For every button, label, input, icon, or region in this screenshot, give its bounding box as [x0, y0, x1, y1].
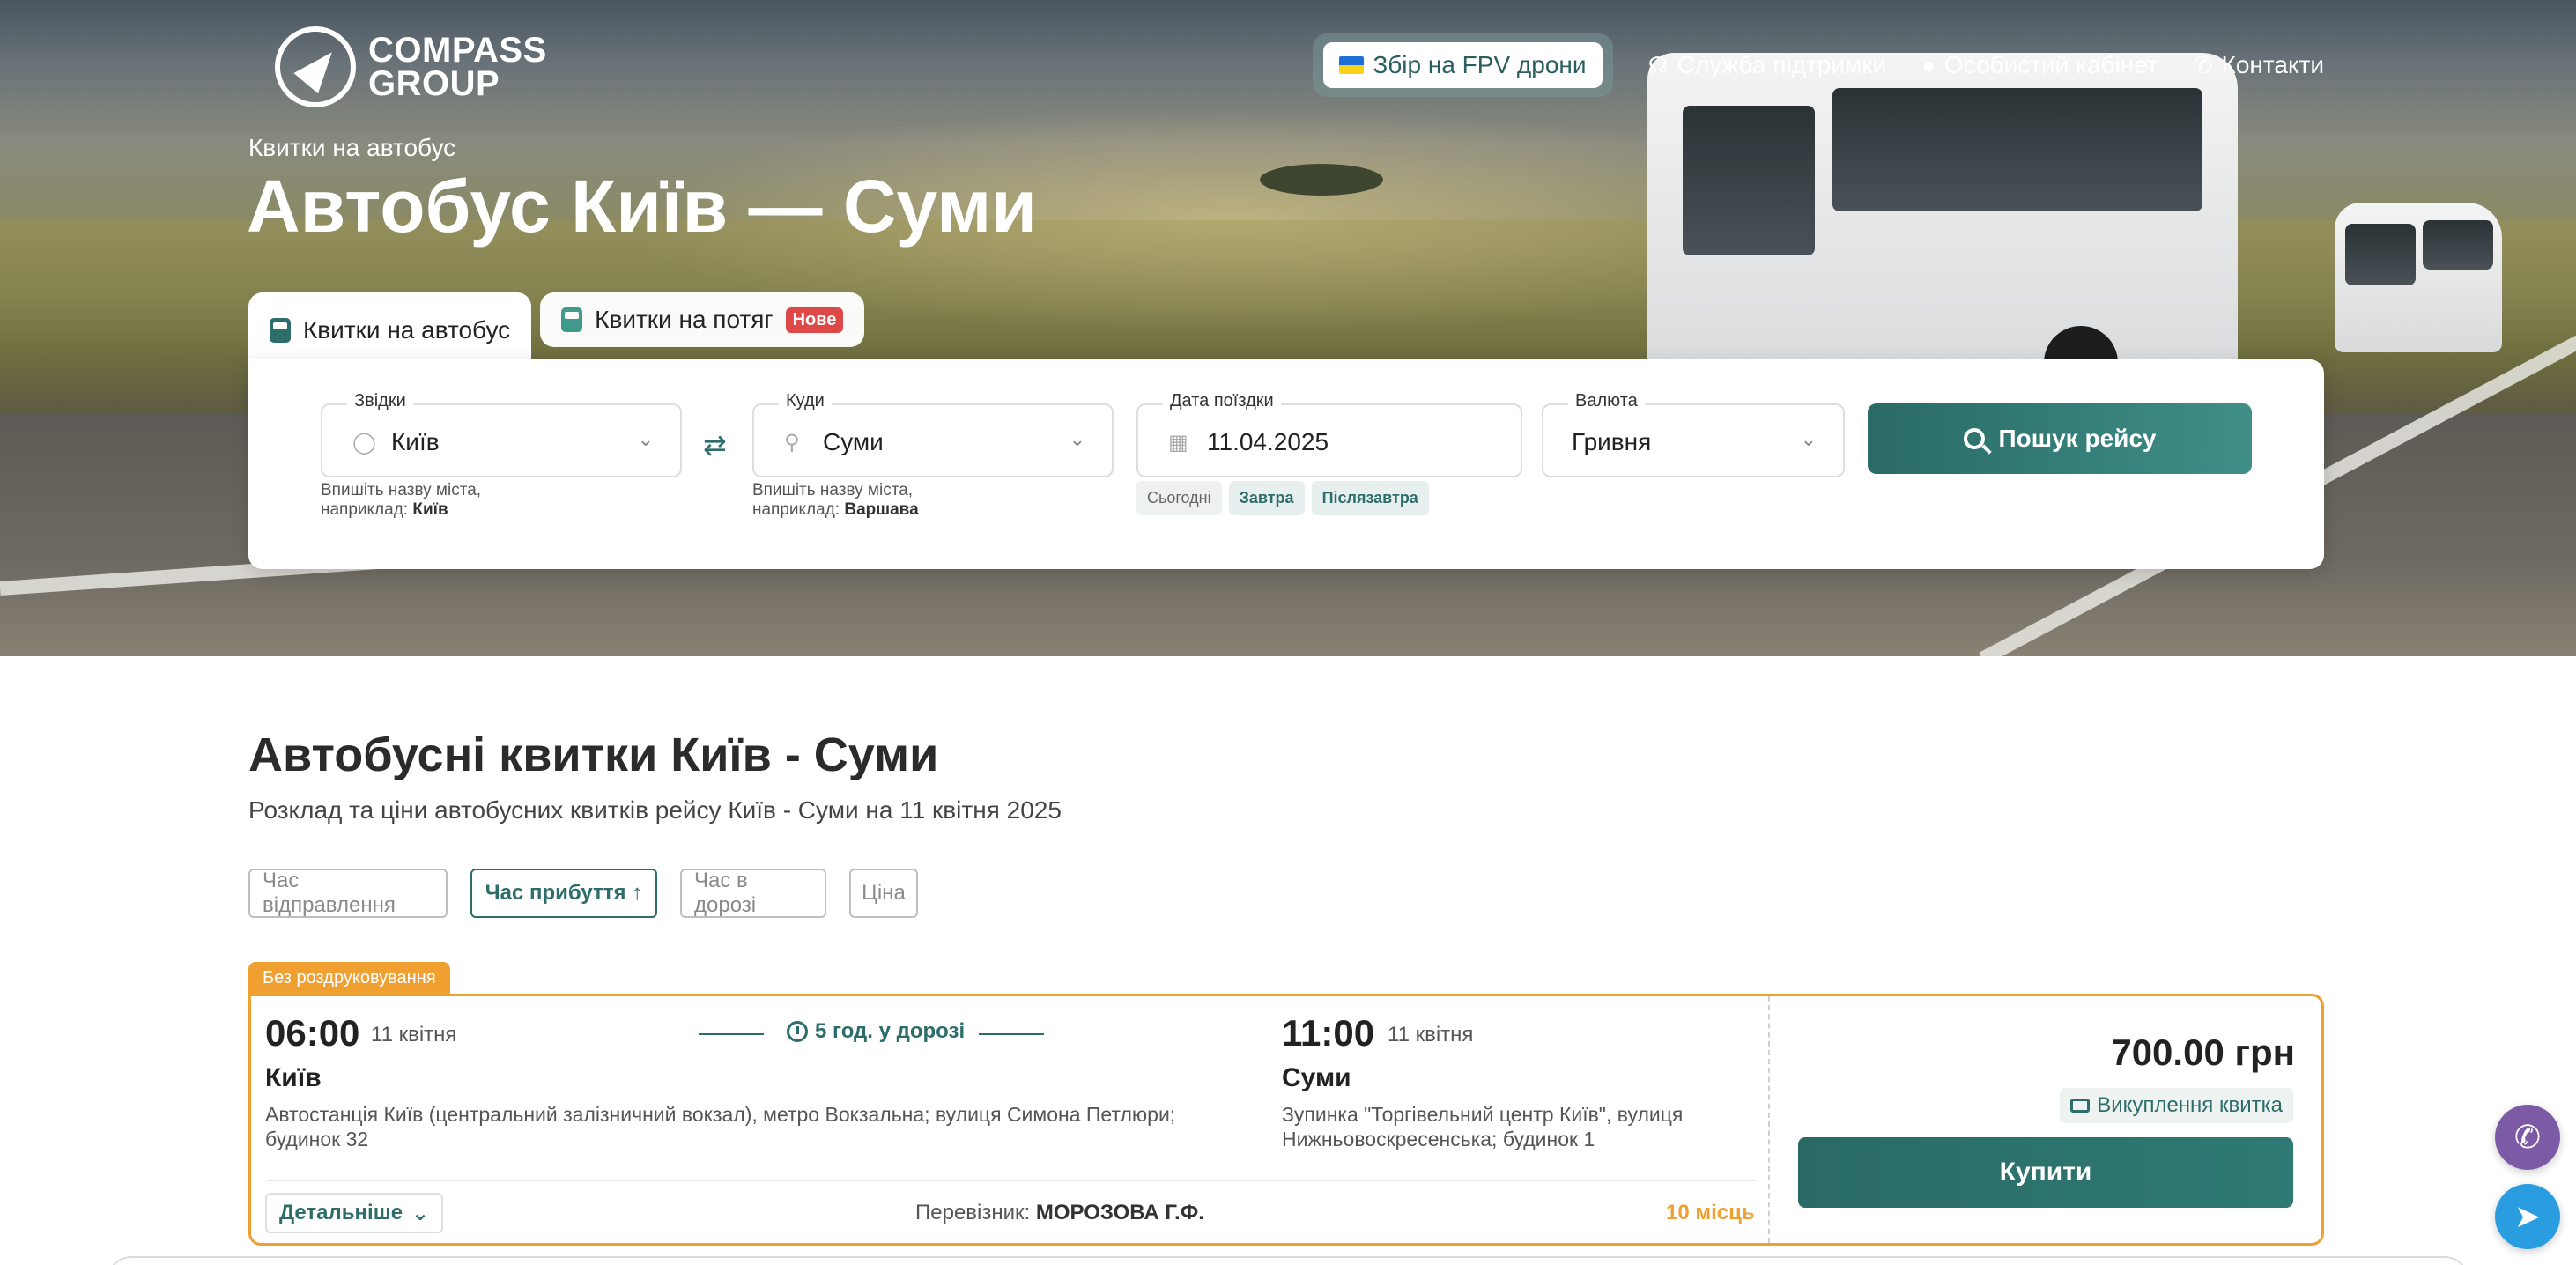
arrival-time: 11:00 — [1282, 1012, 1375, 1054]
details-button[interactable]: Детальніше ⌄ — [265, 1193, 444, 1233]
card-dashed-divider — [1768, 996, 1770, 1243]
carrier: Перевізник: МОРОЗОВА Г.Ф. — [915, 1201, 1204, 1224]
tab-train[interactable]: Квитки на потяг Нове — [540, 292, 865, 347]
buy-button[interactable]: Купити — [1798, 1137, 2293, 1208]
user-icon: ● — [1921, 51, 1936, 78]
departure-date: 11 квітня — [371, 1023, 457, 1047]
support-link[interactable]: ☊ Служба підтримки — [1648, 51, 1887, 79]
to-field[interactable]: Куди ⚲ Суми ⌄ — [752, 391, 1114, 477]
compass-icon — [275, 26, 356, 107]
quick-date-tomorrow[interactable]: Завтра — [1228, 481, 1305, 515]
no-print-ribbon: Без роздруковування — [248, 962, 450, 994]
cabinet-link[interactable]: ● Особистий кабінет — [1921, 51, 2158, 79]
results-title: Автобусні квитки Київ - Суми — [248, 729, 939, 781]
chevron-down-icon: ⌄ — [1069, 428, 1085, 450]
hero-trees — [1260, 164, 1383, 196]
ukraine-flag-icon — [1339, 56, 1365, 74]
phone-icon: ✆ — [2193, 51, 2213, 78]
trip-card: 06:00 11 квітня Київ Автостанція Київ (ц… — [248, 994, 2324, 1246]
clock-icon — [787, 1021, 808, 1042]
swap-icon[interactable]: ⇄ — [703, 428, 727, 462]
duration: 5 год. у дорозі — [787, 1019, 965, 1044]
sort-duration[interactable]: Час в дорозі — [680, 869, 826, 918]
ticket-tabs: Квитки на автобус Квитки на потяг Нове — [248, 292, 865, 368]
search-icon — [1963, 428, 1985, 449]
top-navigation: Збір на FPV дрони ☊ Служба підтримки ● О… — [1313, 33, 2324, 97]
date-field[interactable]: Дата поїздки ▦ 11.04.2025 — [1136, 391, 1522, 477]
headset-icon: ☊ — [1647, 51, 1669, 78]
card-divider — [267, 1180, 1756, 1181]
quick-date-day-after[interactable]: Післязавтра — [1311, 481, 1429, 515]
arrival-date: 11 квітня — [1388, 1023, 1474, 1047]
arrival-city: Суми — [1282, 1063, 1351, 1092]
page-title: Автобус Київ — Суми — [247, 165, 1037, 248]
viber-icon[interactable]: ✆ — [2495, 1105, 2560, 1170]
quick-date-today[interactable]: Сьогодні — [1136, 481, 1222, 515]
brand-logo[interactable]: COMPASS GROUP — [275, 26, 547, 107]
chevron-down-icon: ⌄ — [637, 428, 654, 450]
sort-arrival[interactable]: Час прибуття ↑ — [470, 869, 657, 918]
refund-badge[interactable]: Викуплення квитка — [2060, 1088, 2293, 1123]
search-form: Звідки ◯ Київ ⌄ Впишіть назву міста, нап… — [248, 359, 2324, 569]
bus-image-small — [2335, 203, 2502, 352]
sort-price[interactable]: Ціна — [849, 869, 918, 918]
sort-departure[interactable]: Час відправлення — [248, 869, 448, 918]
contacts-link[interactable]: ✆ Контакти — [2194, 51, 2324, 79]
arrival-address: Зупинка "Торгівельний центр Київ", вулиц… — [1282, 1103, 1684, 1150]
tab-bus[interactable]: Квитки на автобус — [248, 292, 532, 368]
hero-subtitle: Квитки на автобус — [248, 134, 456, 161]
chevron-down-icon: ⌄ — [411, 1201, 430, 1225]
chevron-down-icon: ⌄ — [1800, 428, 1817, 450]
next-trip-card — [106, 1256, 2470, 1265]
fpv-donation-button[interactable]: Збір на FPV дрони — [1323, 42, 1603, 88]
ticket-price: 700.00 грн — [2111, 1032, 2295, 1073]
circle-icon: ◯ — [352, 431, 376, 455]
to-hint: Впишіть назву міста, наприклад: Варшава — [752, 481, 919, 519]
departure-address: Автостанція Київ (центральний залізнични… — [265, 1103, 1176, 1150]
bus-icon — [270, 318, 291, 343]
calendar-icon: ▦ — [1168, 431, 1188, 455]
seats-left: 10 місць — [1666, 1201, 1755, 1224]
departure-city: Київ — [265, 1063, 322, 1092]
brand-name: COMPASS GROUP — [368, 31, 547, 103]
from-hint: Впишіть назву міста, наприклад: Київ — [321, 481, 482, 519]
from-field[interactable]: Звідки ◯ Київ ⌄ — [321, 391, 682, 477]
duration-line-left — [699, 1033, 764, 1035]
fpv-wrap: Збір на FPV дрони — [1313, 33, 1613, 97]
money-icon — [2070, 1099, 2091, 1113]
telegram-icon[interactable]: ➤ — [2495, 1184, 2560, 1249]
results-description: Розклад та ціни автобусних квитків рейсу… — [248, 796, 1062, 824]
duration-line-right — [979, 1033, 1044, 1035]
train-icon — [561, 307, 583, 332]
search-button[interactable]: Пошук рейсу — [1868, 403, 2252, 474]
departure-time: 06:00 — [265, 1012, 360, 1054]
currency-select[interactable]: Валюта Гривня ⌄ — [1542, 391, 1845, 477]
quick-date-buttons: Сьогодні Завтра Післязавтра — [1136, 481, 1429, 515]
bus-image-large — [1647, 53, 2238, 400]
location-pin-icon: ⚲ — [784, 431, 800, 455]
new-badge: Нове — [785, 307, 844, 333]
